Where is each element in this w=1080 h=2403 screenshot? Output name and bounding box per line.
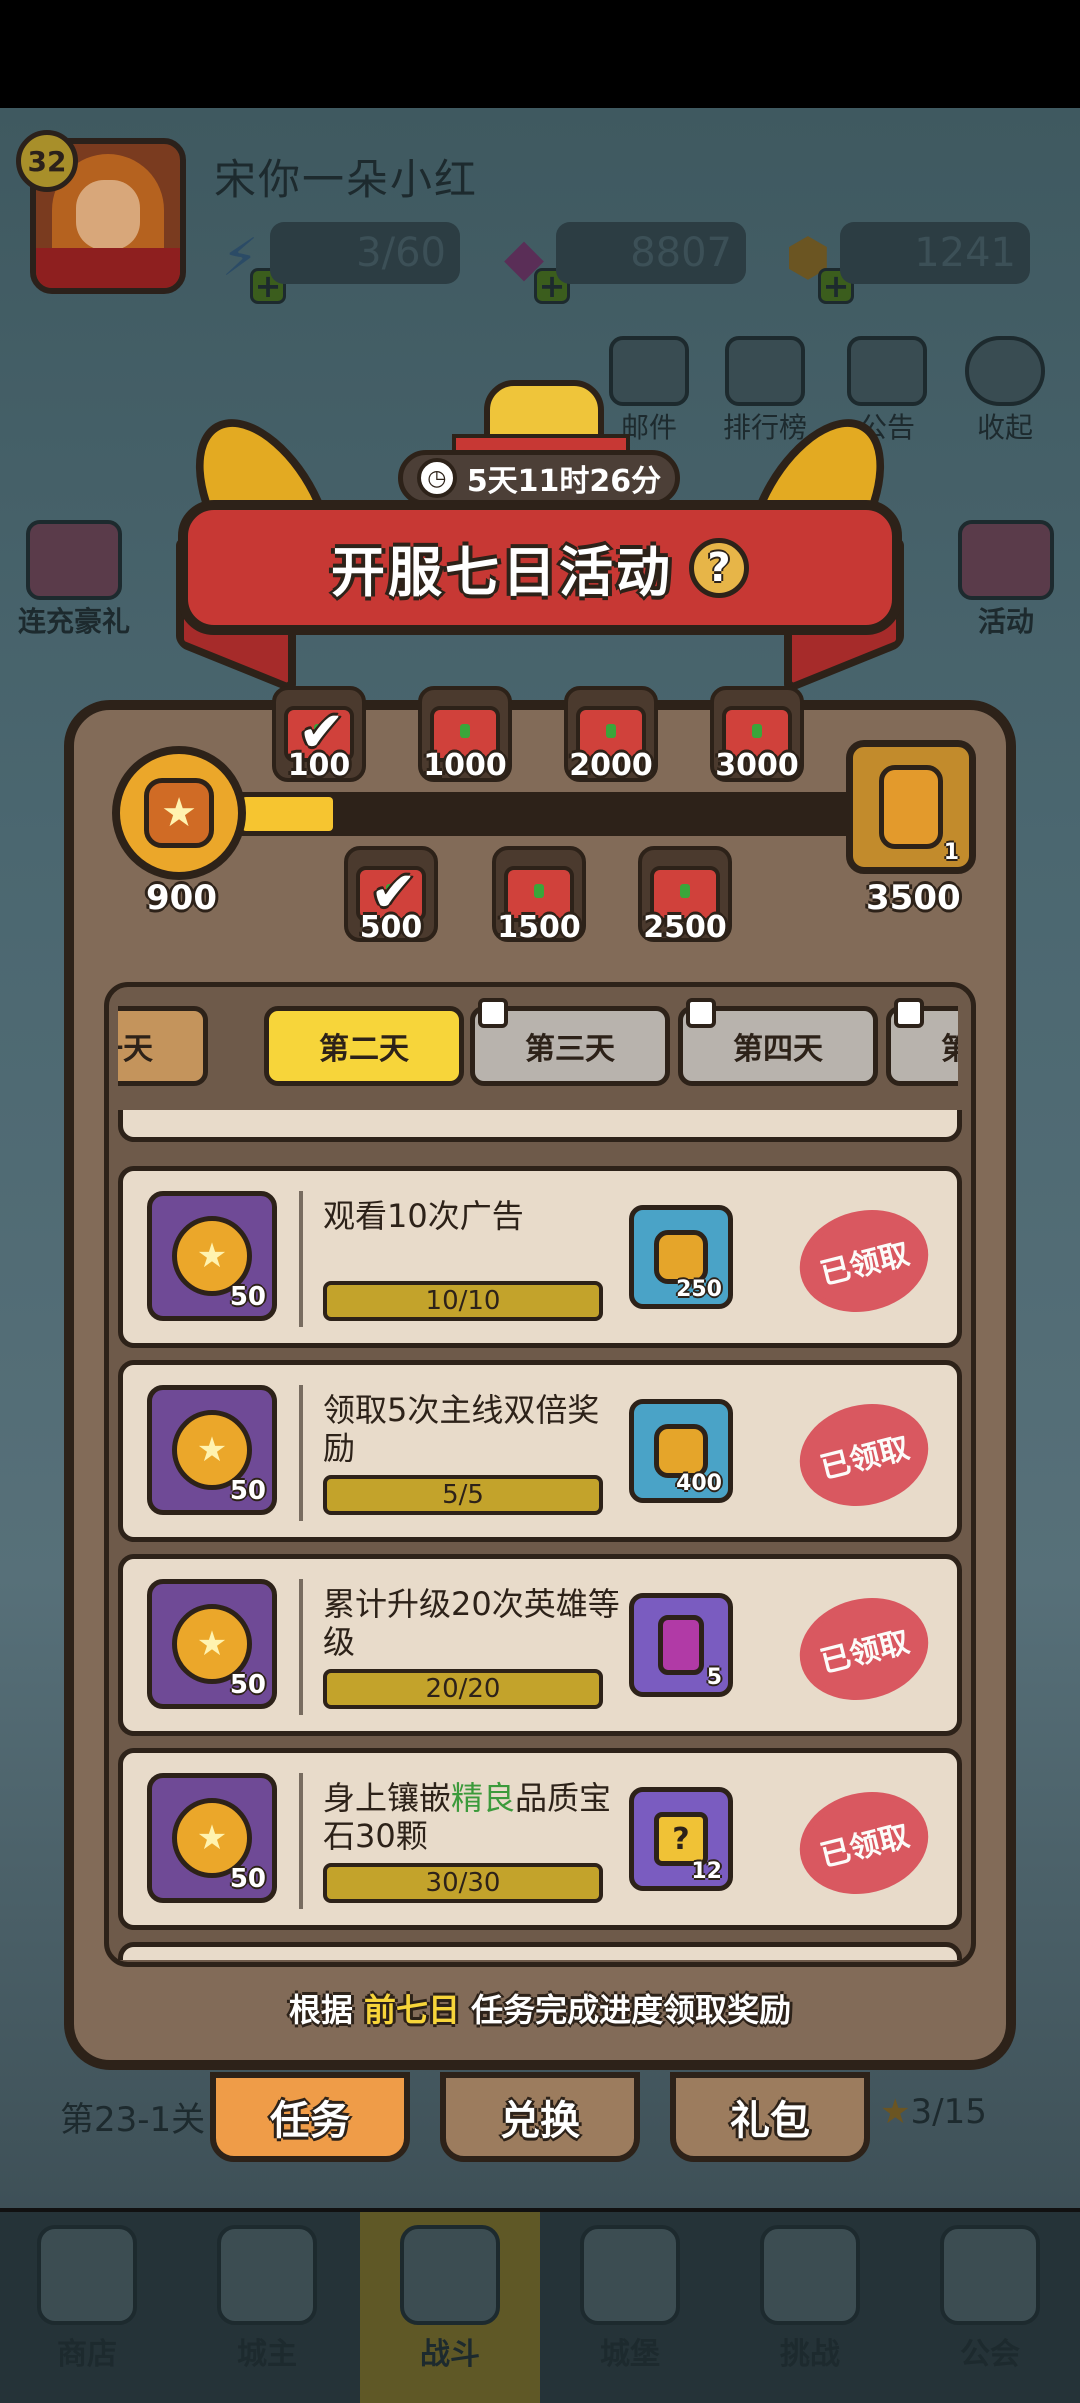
- milestone-label: 2000: [569, 748, 653, 783]
- task-title: 身上镶嵌精良品质宝石30颗: [323, 1779, 612, 1855]
- milestone-label: 2500: [643, 910, 727, 945]
- crossed-swords-icon: [400, 2225, 500, 2325]
- task-reward[interactable]: 5: [629, 1593, 733, 1697]
- task-card-partial: [118, 1942, 962, 1960]
- player-name: 宋你一朵小红: [214, 155, 479, 204]
- nav-battle[interactable]: 战斗: [375, 2225, 525, 2385]
- player-level-badge: 32: [16, 130, 78, 192]
- megaphone-icon: [847, 336, 927, 406]
- stars-progress: ★3/15: [880, 2092, 987, 2132]
- gem-value: 8807: [556, 222, 746, 284]
- tab-tasks[interactable]: 任务: [210, 2072, 410, 2162]
- task-points-medal: ★ 50: [147, 1191, 277, 1321]
- event-title-banner: 开服七日活动 ?: [178, 500, 902, 635]
- mail-icon: [609, 336, 689, 406]
- final-reward-points: 3500: [866, 878, 961, 918]
- task-progress: 5/5: [323, 1475, 603, 1515]
- milestone-label: 100: [287, 748, 351, 783]
- task-points-medal: ★ 50: [147, 1773, 277, 1903]
- banner-icon: [940, 2225, 1040, 2325]
- star-icon: ★: [880, 2092, 911, 2132]
- nav-shop[interactable]: 商店: [12, 2225, 162, 2385]
- task-progress: 30/30: [323, 1863, 603, 1903]
- gem-icon: ◆ +: [484, 218, 570, 305]
- energy-icon: ⚡ +: [200, 218, 286, 305]
- final-reward-gem[interactable]: 1: [846, 740, 976, 874]
- nav-guild[interactable]: 公会: [915, 2225, 1065, 2385]
- task-card: ★ 50 领取5次主线双倍奖励 5/5 400 已领取: [118, 1360, 962, 1542]
- event-title: 开服七日活动: [331, 541, 673, 604]
- gem-icon: [658, 1615, 704, 1675]
- play-icon: [965, 336, 1045, 406]
- crown-icon: [217, 2225, 317, 2325]
- lock-icon: [686, 998, 716, 1028]
- task-card: ★ 50 身上镶嵌精良品质宝石30颗 30/30 ? 12 已领取: [118, 1748, 962, 1930]
- task-card: ★ 50 累计升级20次英雄等级 20/20 5 已领取: [118, 1554, 962, 1736]
- points-progress-fill: [242, 797, 333, 831]
- task-progress: 20/20: [323, 1669, 603, 1709]
- coin-icon: [654, 1424, 708, 1478]
- points-medal-icon: ★: [112, 746, 246, 880]
- task-title: 观看10次广告: [323, 1197, 524, 1235]
- tab-gift-pack[interactable]: 礼包: [670, 2072, 870, 2162]
- claimed-stamp: 已领取: [788, 1196, 940, 1326]
- milestone-label: 1000: [423, 748, 507, 783]
- help-button[interactable]: ?: [689, 537, 749, 598]
- task-reward[interactable]: 250: [629, 1205, 733, 1309]
- mail-button[interactable]: 邮件: [604, 336, 694, 446]
- tab-day-2[interactable]: 第二天: [264, 1006, 464, 1086]
- final-reward-count: 1: [943, 840, 959, 865]
- clock-icon: ◷: [416, 458, 457, 498]
- milestone-label: 1500: [497, 910, 581, 945]
- current-points: 900: [146, 878, 217, 918]
- claimed-stamp: 已领取: [788, 1390, 940, 1520]
- demon-icon: [760, 2225, 860, 2325]
- milestone-label: 500: [359, 910, 423, 945]
- nav-lord[interactable]: 城主: [192, 2225, 342, 2385]
- task-list[interactable]: ★ 50 观看10次广告 10/10 250 已领取 ★ 50 领取5次主线双倍奖励…: [118, 1110, 962, 1960]
- task-progress: 10/10: [323, 1281, 603, 1321]
- collapse-button[interactable]: 收起: [960, 336, 1050, 446]
- claimed-stamp: 已领取: [788, 1584, 940, 1714]
- nav-challenge[interactable]: 挑战: [735, 2225, 885, 2385]
- recharge-gift-button[interactable]: 连充豪礼: [14, 520, 134, 640]
- task-points-medal: ★ 50: [147, 1579, 277, 1709]
- tab-day-1[interactable]: 第一天: [118, 1006, 208, 1086]
- nav-castle[interactable]: 城堡: [555, 2225, 705, 2385]
- ranking-icon: [725, 336, 805, 406]
- lock-icon: [478, 998, 508, 1028]
- shop-icon: [37, 2225, 137, 2325]
- day-tabs[interactable]: 第一天 第二天 第三天 第四天 第五天: [118, 996, 958, 1106]
- tab-exchange[interactable]: 兑换: [440, 2072, 640, 2162]
- activity-button[interactable]: 活动: [946, 520, 1066, 640]
- milestone-label: 3000: [715, 748, 799, 783]
- energy-value: 3/60: [270, 222, 460, 284]
- status-bar: [0, 0, 1080, 108]
- lock-icon: [894, 998, 924, 1028]
- gift-icon: [958, 520, 1054, 600]
- task-title: 领取5次主线双倍奖励: [323, 1391, 600, 1467]
- stage-label: 第23-1关: [60, 2100, 206, 2140]
- gem-icon: [879, 765, 943, 849]
- claimed-stamp: 已领取: [788, 1778, 940, 1908]
- task-card-partial: [118, 1110, 962, 1142]
- task-points-medal: ★ 50: [147, 1385, 277, 1515]
- task-reward[interactable]: ? 12: [629, 1787, 733, 1891]
- castle-icon: [580, 2225, 680, 2325]
- coin-value: 1241: [840, 222, 1030, 284]
- puzzle-icon: ?: [654, 1812, 708, 1866]
- coin-icon: [654, 1230, 708, 1284]
- task-card: ★ 50 观看10次广告 10/10 250 已领取: [118, 1166, 962, 1348]
- gift-icon: [26, 520, 122, 600]
- coin-icon: ⬢ +: [768, 218, 854, 305]
- event-footer-note: 根据 前七日 任务完成进度领取奖励: [288, 1991, 792, 2029]
- ranking-button[interactable]: 排行榜: [720, 336, 810, 446]
- task-title: 累计升级20次英雄等级: [323, 1585, 620, 1661]
- task-reward[interactable]: 400: [629, 1399, 733, 1503]
- event-timer: ◷ 5天11时26分: [398, 450, 680, 506]
